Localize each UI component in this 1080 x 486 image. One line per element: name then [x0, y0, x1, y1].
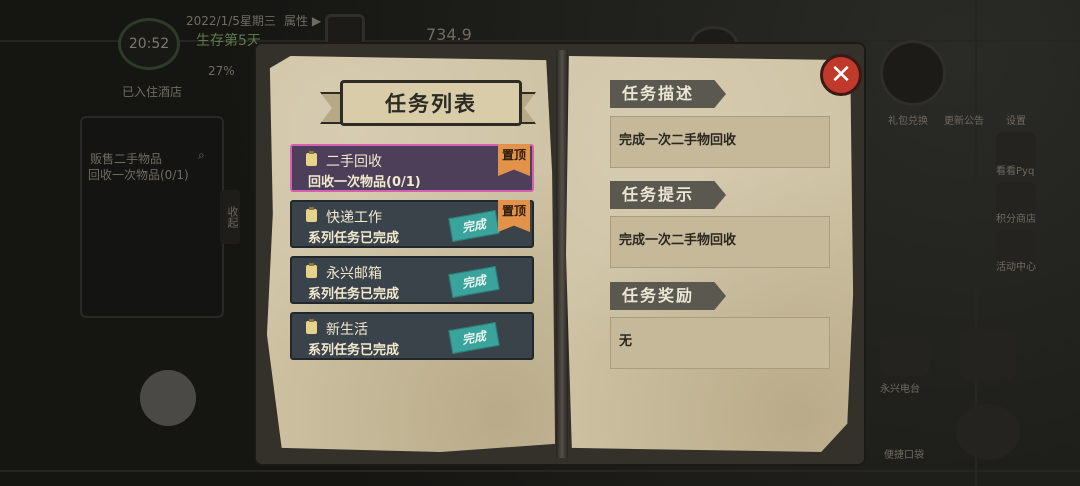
completed-stamp: 完成: [448, 266, 500, 298]
date-text: 2022/1/5星期三: [186, 14, 276, 28]
completed-stamp: 完成: [448, 210, 500, 242]
hint-box: 完成一次二手物回收: [610, 216, 830, 268]
section-heading-hint: 任务提示: [610, 181, 726, 209]
description-box: 完成一次二手物回收: [610, 116, 830, 168]
task-desc: 回收一次物品(0/1): [308, 175, 421, 190]
task-desc: 系列任务已完成: [308, 287, 400, 302]
reward-box: 无: [610, 317, 830, 369]
money-text: 734.9: [426, 25, 472, 44]
joystick[interactable]: [140, 370, 196, 426]
task-item[interactable]: 新生活 系列任务已完成 完成: [290, 312, 534, 360]
right-menu-shop[interactable]: 积分商店: [996, 210, 1036, 225]
section-heading-reward: 任务奖励: [610, 282, 726, 310]
divider: [0, 470, 1080, 472]
inventory-icon[interactable]: [325, 14, 365, 48]
pin-badge: 置顶: [498, 144, 530, 176]
completed-stamp: 完成: [448, 322, 500, 354]
task-desc: 系列任务已完成: [308, 231, 400, 246]
clipboard-icon: [306, 263, 317, 278]
task-desc: 系列任务已完成: [308, 343, 400, 358]
right-menu-radio[interactable]: 永兴电台: [880, 380, 920, 395]
task-item[interactable]: 二手回收 回收一次物品(0/1) 置顶: [290, 144, 534, 192]
task-item[interactable]: 快递工作 系列任务已完成 完成 置顶: [290, 200, 534, 248]
side-task-title: 贩售二手物品: [90, 152, 163, 166]
side-task-progress: 回收一次物品(0/1): [88, 168, 189, 182]
right-menu-pocket[interactable]: 便捷口袋: [884, 446, 924, 461]
right-menu-gift[interactable]: 礼包兑换: [888, 112, 928, 127]
side-task-panel: 贩售二手物品 回收一次物品(0/1) ⌕: [80, 116, 224, 318]
title-banner: 任务列表: [320, 78, 536, 126]
attributes-button[interactable]: 属性 ▶: [284, 12, 321, 29]
clock-display: 20:52: [118, 18, 180, 70]
task-name: 永兴邮箱: [326, 266, 382, 282]
task-item[interactable]: 永兴邮箱 系列任务已完成 完成: [290, 256, 534, 304]
task-name: 快递工作: [326, 210, 382, 226]
radio-icon[interactable]: [880, 336, 930, 376]
minimap-icon[interactable]: [880, 40, 946, 106]
right-menu-settings[interactable]: 设置: [1006, 112, 1026, 127]
clipboard-icon: [306, 151, 317, 166]
box-icon[interactable]: [960, 330, 1016, 380]
close-button[interactable]: ✕: [820, 54, 862, 96]
task-name: 二手回收: [326, 154, 382, 170]
percent-text: 27%: [208, 64, 235, 78]
clipboard-icon: [306, 319, 317, 334]
right-menu-event[interactable]: 活动中心: [996, 258, 1036, 273]
clipboard-icon: [306, 207, 317, 222]
pin-badge: 置顶: [498, 200, 530, 232]
survival-day: 生存第5天: [196, 33, 261, 49]
search-icon[interactable]: ⌕: [198, 148, 205, 163]
phone-icon[interactable]: [956, 404, 1020, 460]
collapse-button[interactable]: 收起: [220, 190, 240, 244]
right-menu-news[interactable]: 更新公告: [944, 112, 984, 127]
dialog-title: 任务列表: [340, 80, 522, 126]
location-text: 已入住酒店: [122, 85, 183, 99]
section-heading-description: 任务描述: [610, 80, 726, 108]
task-name: 新生活: [326, 322, 368, 338]
right-menu-moments[interactable]: 看看Pyq: [996, 162, 1034, 177]
